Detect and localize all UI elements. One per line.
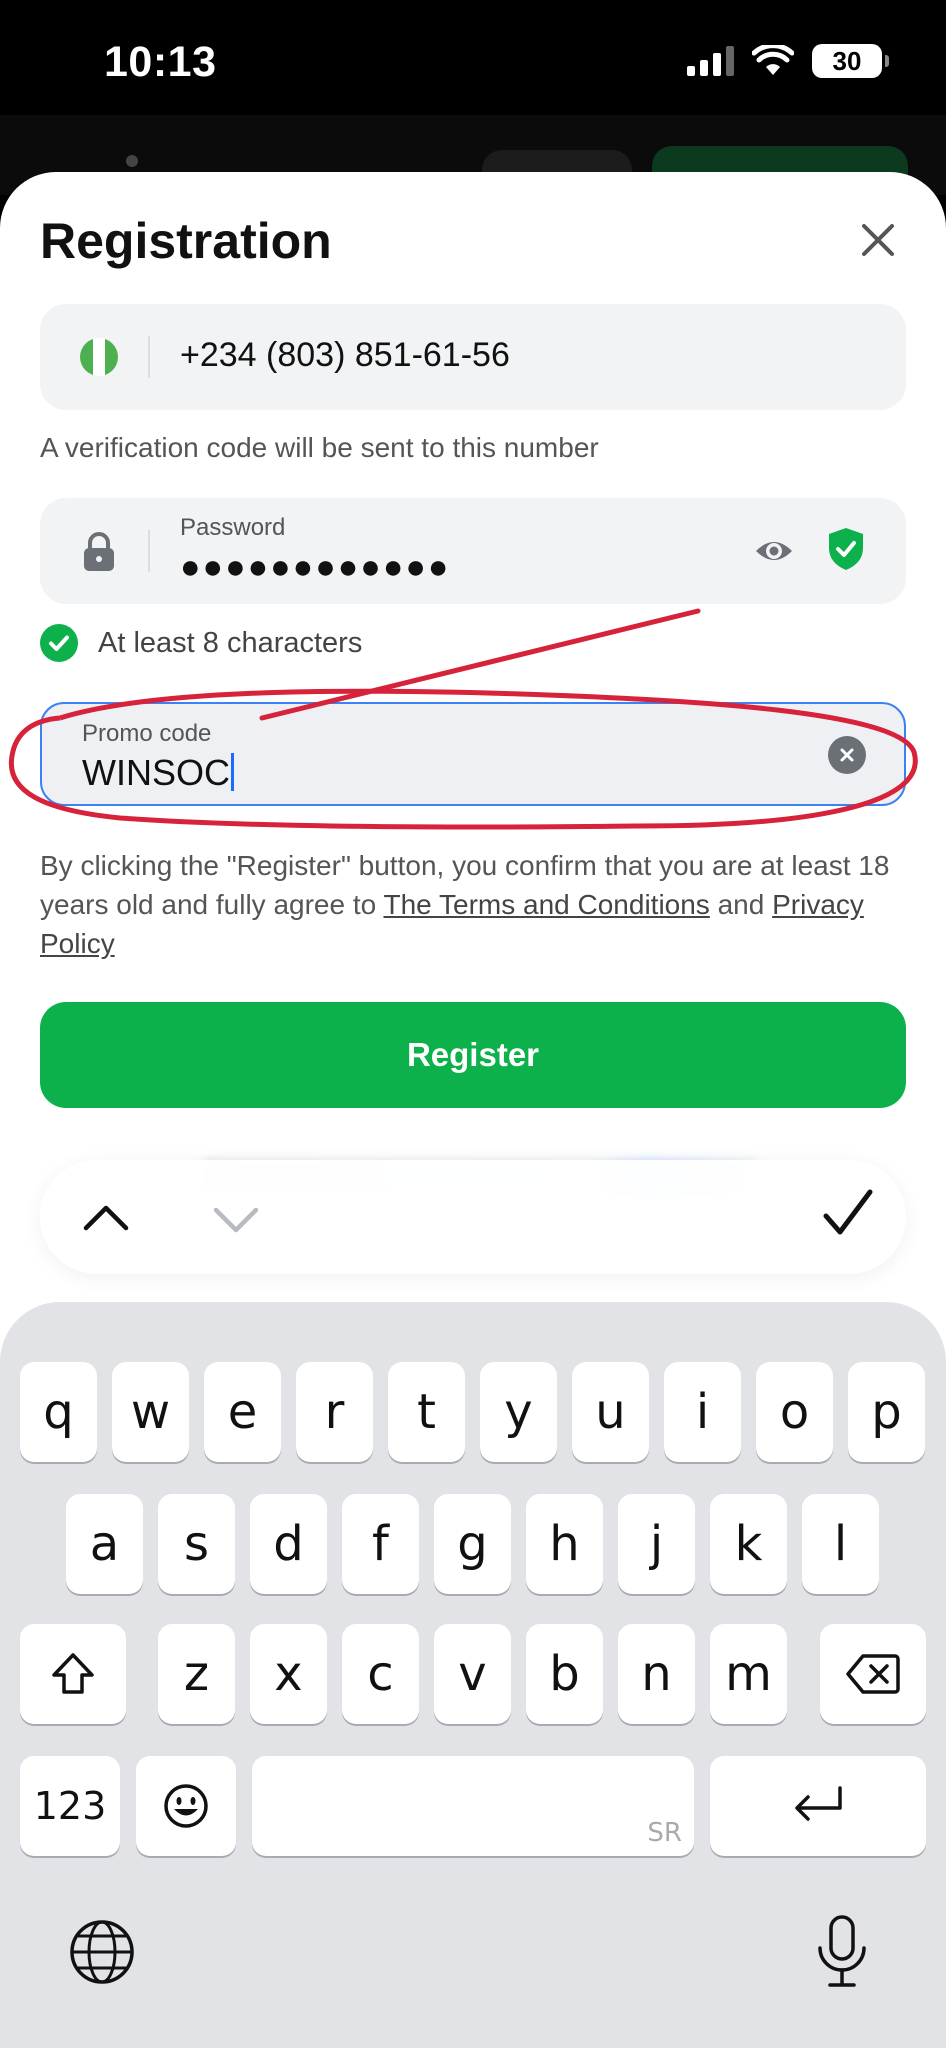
text-caret [231,753,234,791]
password-label: Password [180,514,286,541]
keyboard-accessory-bar [40,1160,906,1274]
numbers-key[interactable]: 123 [20,1756,120,1856]
password-requirement: At least 8 characters [40,624,362,662]
key-e[interactable]: e [204,1362,281,1462]
promo-code-field[interactable]: Promo code WINSOC [40,702,906,806]
promo-code-value: WINSOC [82,752,230,793]
legal-text: By clicking the "Register" button, you c… [40,846,910,963]
return-icon [795,1786,842,1821]
key-q[interactable]: q [20,1362,97,1462]
battery-level: 30 [832,45,862,76]
status-time: 10:13 [104,38,217,86]
key-z[interactable]: z [158,1624,235,1724]
cellular-signal-icon [687,46,734,76]
key-o[interactable]: o [756,1362,833,1462]
phone-field[interactable]: +234 (803) 851-61-56 [40,304,906,410]
close-button[interactable] [852,214,904,266]
return-key[interactable] [710,1756,926,1856]
key-d[interactable]: d [250,1494,327,1594]
key-i[interactable]: i [664,1362,741,1462]
done-checkmark-button[interactable] [816,1182,880,1246]
microphone-icon[interactable] [812,1914,872,1990]
key-v[interactable]: v [434,1624,511,1724]
eye-icon[interactable] [754,531,794,571]
previous-field-button[interactable] [76,1188,136,1248]
clear-promo-button[interactable] [828,736,866,774]
key-t[interactable]: t [388,1362,465,1462]
phone-hint: A verification code will be sent to this… [40,432,599,463]
nigeria-flag-icon[interactable] [80,338,118,376]
key-u[interactable]: u [572,1362,649,1462]
wifi-icon [752,45,794,75]
key-r[interactable]: r [296,1362,373,1462]
password-value: ●●●●●●●●●●●● [180,548,451,586]
emoji-key[interactable] [136,1756,236,1856]
promo-code-label: Promo code [82,720,212,747]
key-y[interactable]: y [480,1362,557,1462]
backspace-key[interactable] [820,1624,926,1724]
key-k[interactable]: k [710,1494,787,1594]
key-p[interactable]: p [848,1362,925,1462]
key-s[interactable]: s [158,1494,235,1594]
key-a[interactable]: a [66,1494,143,1594]
key-j[interactable]: j [618,1494,695,1594]
password-field[interactable]: Password ●●●●●●●●●●●● [40,498,906,604]
space-key[interactable]: SR [252,1756,694,1856]
battery-icon: 30 [812,44,889,78]
check-circle-icon [40,624,78,662]
key-l[interactable]: l [802,1494,879,1594]
requirement-text: At least 8 characters [98,626,363,659]
legal-middle: and [709,889,773,920]
key-x[interactable]: x [250,1624,327,1724]
terms-link[interactable]: The Terms and Conditions [383,889,709,920]
key-h[interactable]: h [526,1494,603,1594]
lock-icon [84,532,114,571]
key-b[interactable]: b [526,1624,603,1724]
shift-key[interactable] [20,1624,126,1724]
globe-icon[interactable] [68,1918,136,1986]
key-w[interactable]: w [112,1362,189,1462]
key-g[interactable]: g [434,1494,511,1594]
phone-number-value: +234 (803) 851-61-56 [180,336,510,374]
key-f[interactable]: f [342,1494,419,1594]
key-n[interactable]: n [618,1624,695,1724]
shield-check-icon [829,528,863,570]
emoji-icon [164,1784,208,1828]
field-divider [148,336,150,378]
field-divider [148,530,150,572]
close-icon [862,224,894,256]
page-title: Registration [40,213,332,269]
status-icons: 30 [687,44,889,78]
shift-icon [52,1653,94,1694]
clear-icon [840,748,854,762]
keyboard: q w e r t y u i o p a s d f g h j k l z … [0,1302,946,2048]
promo-code-input[interactable]: WINSOC [82,752,234,794]
status-bar: 10:13 30 [0,0,946,120]
backspace-icon [846,1654,900,1694]
register-button[interactable]: Register [40,1002,906,1108]
background-dot [126,155,138,167]
next-field-button[interactable] [206,1188,266,1248]
space-watermark: SR [647,1818,682,1848]
key-c[interactable]: c [342,1624,419,1724]
key-m[interactable]: m [710,1624,787,1724]
